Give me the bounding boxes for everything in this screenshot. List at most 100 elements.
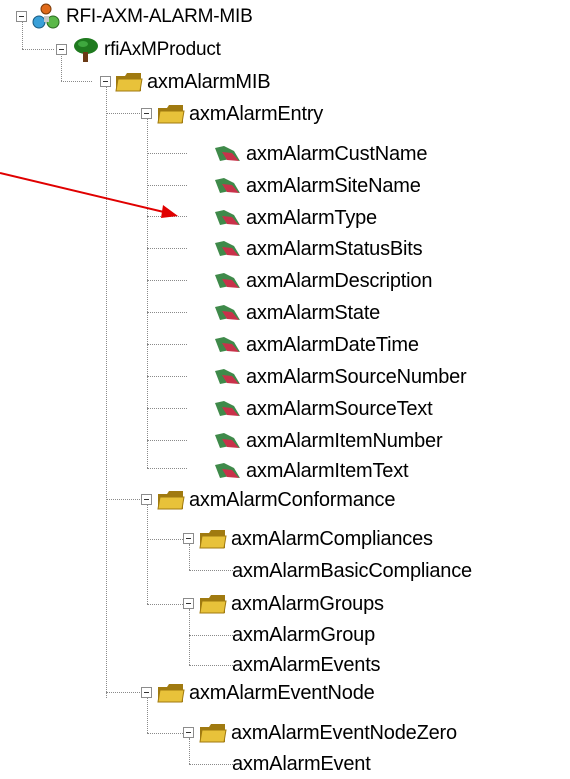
tree-leaf[interactable]: axmAlarmType: [212, 203, 377, 233]
tree-node-folder[interactable]: axmAlarmEventNodeZero: [199, 718, 457, 748]
tree-connector-line: [147, 376, 187, 377]
tree-connector-line: [106, 692, 142, 693]
collapse-toggle[interactable]: [16, 11, 27, 22]
mib-leaf-icon: [212, 334, 242, 356]
tree-node-label: axmAlarmEvent: [232, 753, 371, 775]
tree-connector-line: [189, 635, 233, 636]
tree-node-label: axmAlarmCompliances: [231, 528, 433, 550]
tree-leaf[interactable]: axmAlarmSourceNumber: [212, 362, 467, 392]
folder-icon: [199, 723, 227, 743]
tree-leaf[interactable]: axmAlarmStatusBits: [212, 234, 423, 264]
tree-node-label: axmAlarmSourceNumber: [246, 366, 467, 388]
tree-leaf[interactable]: axmAlarmItemNumber: [212, 426, 443, 456]
tree-leaf[interactable]: axmAlarmItemText: [212, 456, 409, 486]
tree-node-folder[interactable]: axmAlarmCompliances: [199, 524, 433, 554]
tree-node-label: axmAlarmGroup: [232, 624, 375, 646]
folder-icon: [157, 490, 185, 510]
mib-leaf-icon: [212, 238, 242, 260]
tree-node-label: axmAlarmSourceText: [246, 398, 433, 420]
tree-connector-line: [147, 468, 187, 469]
folder-icon: [157, 683, 185, 703]
tree-node-label: axmAlarmEventNodeZero: [231, 722, 457, 744]
tree-leaf[interactable]: axmAlarmGroup: [232, 620, 375, 650]
tree-connector-line: [147, 118, 148, 468]
tree-node-label: axmAlarmDescription: [246, 270, 433, 292]
mib-leaf-icon: [212, 430, 242, 452]
tree-node-label: axmAlarmType: [246, 207, 377, 229]
tree-node-folder[interactable]: axmAlarmEventNode: [157, 678, 375, 708]
tree-node-label: axmAlarmState: [246, 302, 381, 324]
tree-node-label: axmAlarmSiteName: [246, 175, 421, 197]
tree-node-label: axmAlarmItemNumber: [246, 430, 443, 452]
tree-node-label: axmAlarmConformance: [189, 489, 396, 511]
tree-node-label: axmAlarmItemText: [246, 460, 409, 482]
tree-connector-line: [61, 81, 92, 82]
tree-leaf[interactable]: axmAlarmDateTime: [212, 330, 419, 360]
mib-tree-view[interactable]: RFI-AXM-ALARM-MIB rfiAxMProduct axmAlarm…: [0, 0, 570, 775]
collapse-toggle[interactable]: [183, 598, 194, 609]
tree-node-label: axmAlarmGroups: [231, 593, 384, 615]
tree-connector-line: [147, 153, 187, 154]
tree-connector-line: [61, 54, 62, 81]
tree-connector-line: [22, 49, 54, 50]
tree-connector-line: [147, 408, 187, 409]
tree-node-product[interactable]: rfiAxMProduct: [72, 35, 221, 65]
mib-leaf-icon: [212, 460, 242, 482]
tree-leaf[interactable]: axmAlarmSourceText: [212, 394, 433, 424]
tree-connector-line: [147, 185, 187, 186]
collapse-toggle[interactable]: [183, 727, 194, 738]
folder-icon: [199, 594, 227, 614]
collapse-toggle[interactable]: [141, 108, 152, 119]
tree-node-folder[interactable]: axmAlarmGroups: [199, 589, 384, 619]
tree-node-folder[interactable]: axmAlarmConformance: [157, 485, 395, 515]
tree-node-label: axmAlarmEntry: [189, 103, 324, 125]
tree-connector-line: [106, 499, 142, 500]
tree-node-folder[interactable]: axmAlarmMIB: [115, 67, 271, 97]
collapse-toggle[interactable]: [183, 533, 194, 544]
tree-leaf[interactable]: axmAlarmSiteName: [212, 171, 421, 201]
mib-leaf-icon: [212, 207, 242, 229]
tree-node-label: axmAlarmDateTime: [246, 334, 419, 356]
tree-connector-line: [189, 544, 190, 570]
collapse-toggle[interactable]: [141, 687, 152, 698]
tree-leaf[interactable]: axmAlarmCustName: [212, 139, 427, 169]
tree-node-label: RFI-AXM-ALARM-MIB: [66, 6, 253, 27]
tree-node-label: rfiAxMProduct: [104, 39, 221, 60]
collapse-toggle[interactable]: [141, 494, 152, 505]
tree-leaf[interactable]: axmAlarmEvents: [232, 650, 381, 680]
folder-icon: [157, 104, 185, 124]
tree-connector-line: [189, 738, 190, 764]
folder-icon: [199, 529, 227, 549]
tree-leaf[interactable]: axmAlarmDescription: [212, 266, 432, 296]
tree-connector-line: [147, 312, 187, 313]
mib-leaf-icon: [212, 398, 242, 420]
tree-connector-line: [189, 665, 233, 666]
tree-connector-line: [147, 504, 148, 604]
mib-leaf-icon: [212, 366, 242, 388]
mib-leaf-icon: [212, 270, 242, 292]
tree-connector-line: [147, 539, 183, 540]
collapse-toggle[interactable]: [100, 76, 111, 87]
mib-leaf-icon: [212, 143, 242, 165]
tree-connector-line: [189, 764, 233, 765]
tree-leaf[interactable]: axmAlarmBasicCompliance: [232, 556, 472, 586]
tree-node-folder[interactable]: axmAlarmEntry: [157, 99, 323, 129]
tree-node-label: axmAlarmStatusBits: [246, 238, 423, 260]
tree-connector-line: [22, 22, 23, 49]
tree-connector-line: [147, 248, 187, 249]
tree-connector-line: [147, 733, 183, 734]
collapse-toggle[interactable]: [56, 44, 67, 55]
tree-connector-line: [106, 86, 107, 698]
tree-connector-line: [189, 570, 233, 571]
network-globe-icon: [32, 3, 62, 31]
tree-leaf[interactable]: axmAlarmState: [212, 298, 380, 328]
tree-node-root[interactable]: RFI-AXM-ALARM-MIB: [32, 2, 253, 32]
tree-connector-line: [147, 697, 148, 733]
tree-leaf[interactable]: axmAlarmEvent: [232, 749, 371, 779]
tree-connector-line: [147, 344, 187, 345]
tree-node-label: axmAlarmMIB: [147, 71, 271, 93]
tree-node-label: axmAlarmEvents: [232, 654, 381, 676]
folder-icon: [115, 72, 143, 92]
tree-connector-line: [147, 440, 187, 441]
mib-leaf-icon: [212, 302, 242, 324]
